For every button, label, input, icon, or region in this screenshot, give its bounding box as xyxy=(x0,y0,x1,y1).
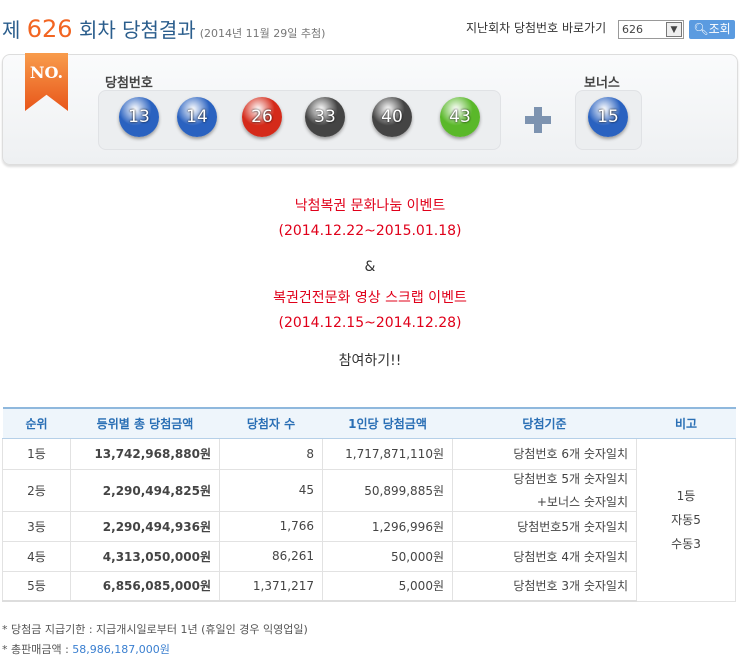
bonus-label: 보너스 xyxy=(584,76,620,91)
rank: 5등 xyxy=(2,570,71,602)
criteria-text: 당첨번호 3개 숫자일치 xyxy=(513,579,628,594)
rank: 1등 xyxy=(2,437,71,470)
col-note: 비고 xyxy=(636,407,736,439)
col-rank: 순위 xyxy=(2,407,71,439)
per-amount: 50,000원 xyxy=(322,540,453,572)
chevron-down-icon: ▼ xyxy=(666,22,682,37)
winner-count: 1,371,217 xyxy=(219,570,323,602)
criteria: 당첨번호 5개 숫자일치 +보너스 숫자일치 xyxy=(452,468,637,512)
total-amount: 2,290,494,825원 xyxy=(70,468,220,512)
note-line: 1등 xyxy=(676,488,696,503)
event-amp: & xyxy=(364,259,376,275)
footer-deadline: * 당첨금 지급기한 : 지급개시일로부터 1년 (휴일인 경우 익영업일) xyxy=(2,623,308,636)
criteria: 당첨번호 4개 숫자일치 xyxy=(452,540,637,572)
search-button[interactable]: 🔍︎조회 xyxy=(689,20,735,39)
table-row: 5등 6,856,085,000원 1,371,217 5,000원 당첨번호 … xyxy=(2,570,736,602)
col-winners: 당첨자 수 xyxy=(219,407,323,439)
draw-select-value: 626 xyxy=(622,23,643,36)
table-row: 1등 13,742,968,880원 8 1,717,871,110원 당첨번호… xyxy=(2,437,736,602)
table-row: 2등 2,290,494,825원 45 50,899,885원 당첨번호 5개… xyxy=(2,468,736,512)
rank: 4등 xyxy=(2,540,71,572)
title-suffix: 회차 당첨결과 xyxy=(78,18,196,42)
search-icon: 🔍︎ xyxy=(693,22,709,36)
winner-count: 86,261 xyxy=(219,540,323,572)
note-line: 자동5 xyxy=(671,512,701,527)
total-amount: 13,742,968,880원 xyxy=(70,437,220,470)
criteria-text: 당첨번호5개 숫자일치 xyxy=(517,519,628,534)
criteria-text: 당첨번호 5개 숫자일치 xyxy=(513,472,628,486)
event-title-1[interactable]: 낙첨복권 문화나눔 이벤트 xyxy=(0,195,740,215)
per-amount: 50,899,885원 xyxy=(322,468,453,512)
criteria: 당첨번호5개 숫자일치 xyxy=(452,510,637,542)
per-amount: 5,000원 xyxy=(322,570,453,602)
winner-count: 45 xyxy=(219,468,323,512)
col-total: 등위별 총 당첨금액 xyxy=(70,407,220,439)
lotto-ball: 14 xyxy=(177,97,217,137)
lotto-ball: 13 xyxy=(119,97,159,137)
per-amount: 1,717,871,110원 xyxy=(322,437,453,470)
lotto-ball: 26 xyxy=(242,97,282,137)
goto-label: 지난회차 당첨번호 바로가기 xyxy=(466,21,607,35)
rank: 2등 xyxy=(2,468,71,512)
draw-date: (2014년 11월 29일 추첨) xyxy=(199,27,326,40)
sales-value: 58,986,187,000원 xyxy=(72,643,170,656)
sales-label: * 총판매금액 : xyxy=(2,643,73,656)
numbers-label: 당첨번호 xyxy=(105,76,153,91)
lotto-ball: 43 xyxy=(440,97,480,137)
table-row: 3등 2,290,494,936원 1,766 1,296,996원 당첨번호5… xyxy=(2,510,736,542)
criteria: 당첨번호 6개 숫자일치 xyxy=(452,437,637,470)
note-line: 수동3 xyxy=(671,536,701,551)
plus-icon xyxy=(525,107,551,133)
event-period-2: (2014.12.15~2014.12.28) xyxy=(278,315,462,331)
winner-count: 1,766 xyxy=(219,510,323,542)
total-amount: 2,290,494,936원 xyxy=(70,510,220,542)
prize-table: 순위 등위별 총 당첨금액 당첨자 수 1인당 당첨금액 당첨기준 비고 1등 … xyxy=(2,407,736,602)
criteria-text: 당첨번호 6개 숫자일치 xyxy=(513,447,628,461)
title-prefix: 제 xyxy=(2,18,21,42)
page-title: 제 626 회차 당첨결과 (2014년 11월 29일 추첨) xyxy=(2,14,325,43)
rank: 3등 xyxy=(2,510,71,542)
event-period-1: (2014.12.22~2015.01.18) xyxy=(278,223,462,239)
col-criteria: 당첨기준 xyxy=(452,407,637,439)
search-button-label: 조회 xyxy=(708,22,731,36)
footer-sales: * 총판매금액 : 58,986,187,000원 xyxy=(2,641,170,657)
total-amount: 4,313,050,000원 xyxy=(70,540,220,572)
criteria-text-2: +보너스 숫자일치 xyxy=(536,495,628,509)
per-amount: 1,296,996원 xyxy=(322,510,453,542)
draw-select[interactable]: 626 ▼ xyxy=(618,20,684,39)
note: 1등자동5 수동3 xyxy=(636,437,736,602)
winner-count: 8 xyxy=(219,437,323,470)
lotto-ball: 33 xyxy=(305,97,345,137)
col-per: 1인당 당첨금액 xyxy=(322,407,453,439)
event-title-2[interactable]: 복권건전문화 영상 스크랩 이벤트 xyxy=(0,287,740,307)
total-amount: 6,856,085,000원 xyxy=(70,570,220,602)
criteria: 당첨번호 3개 숫자일치 xyxy=(452,570,637,602)
table-row: 4등 4,313,050,000원 86,261 50,000원 당첨번호 4개… xyxy=(2,540,736,572)
join-link[interactable]: 참여하기!! xyxy=(0,350,740,370)
lotto-ball: 15 xyxy=(588,97,628,137)
criteria-text: 당첨번호 4개 숫자일치 xyxy=(513,549,628,564)
draw-number: 626 xyxy=(26,15,73,43)
lotto-ball: 40 xyxy=(372,97,412,137)
